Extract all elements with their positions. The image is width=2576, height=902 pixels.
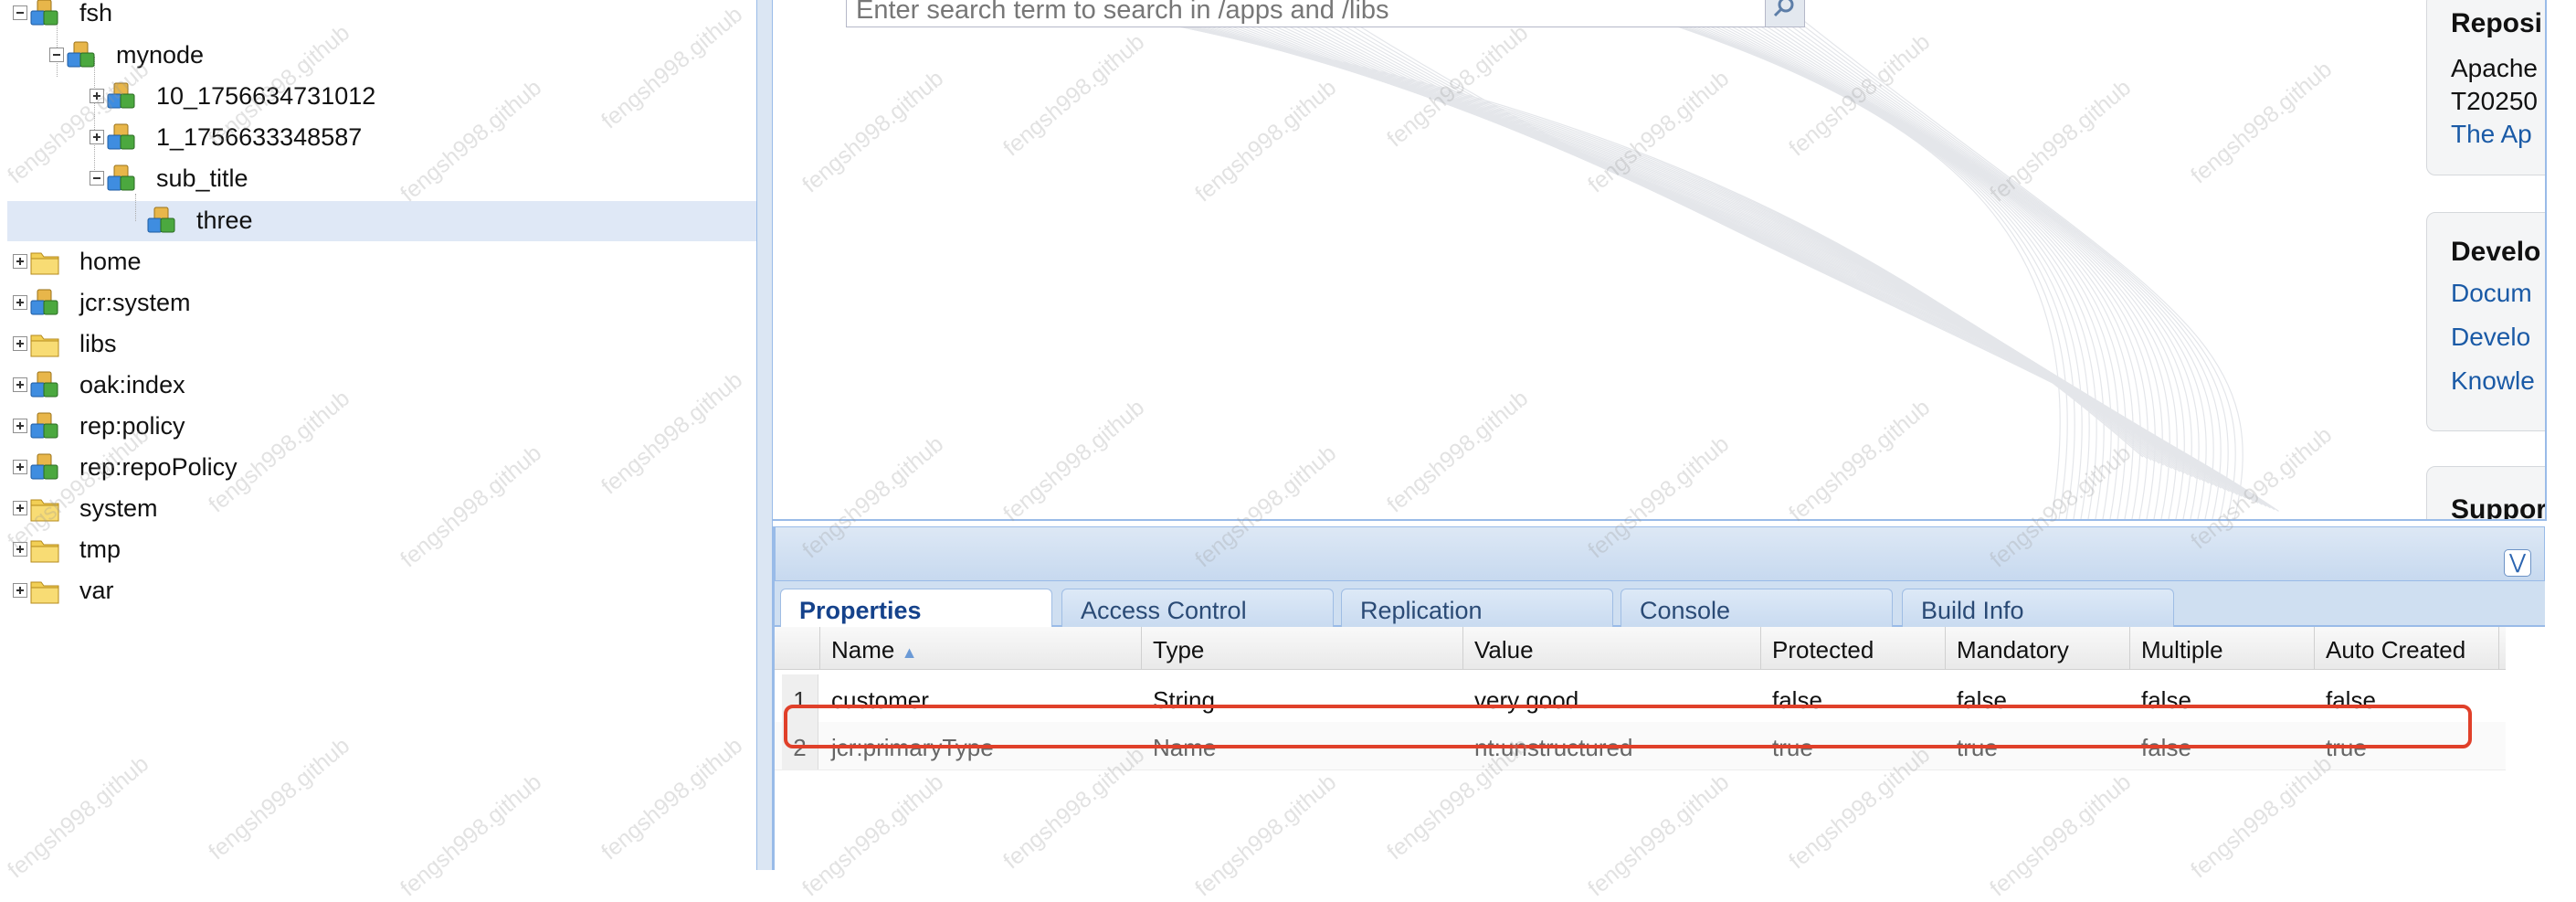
- knowledge-base-link[interactable]: Knowle: [2451, 359, 2545, 403]
- collapse-icon[interactable]: [13, 5, 27, 20]
- row-highlight-annotation: [784, 705, 2472, 748]
- panel-splitter[interactable]: [756, 0, 773, 870]
- column-header-mandatory[interactable]: Mandatory: [1946, 627, 2130, 669]
- developer-resources-link[interactable]: Develo: [2451, 315, 2545, 359]
- tree-node-label[interactable]: mynode: [116, 35, 204, 76]
- search-box[interactable]: Enter search term to search in /apps and…: [846, 0, 1805, 27]
- tree-node-label[interactable]: fsh: [79, 0, 112, 34]
- tree-selection-highlight: [7, 201, 756, 241]
- background-swoosh-graphic: [1046, 0, 2279, 519]
- expand-icon[interactable]: [13, 295, 27, 310]
- expand-icon[interactable]: [13, 377, 27, 392]
- expand-icon[interactable]: [13, 254, 27, 269]
- node-icon: [66, 40, 97, 71]
- column-header-multiple[interactable]: Multiple: [2130, 627, 2315, 669]
- tree-node-label[interactable]: rep:policy: [79, 406, 185, 447]
- tree-node-label[interactable]: oak:index: [79, 365, 185, 406]
- column-header-type[interactable]: Type: [1142, 627, 1463, 669]
- support-card-title: Suppor: [2451, 494, 2547, 521]
- tree-node-label[interactable]: system: [79, 488, 158, 529]
- node-icon: [106, 164, 137, 195]
- expand-icon[interactable]: [13, 583, 27, 598]
- repository-version: T20250: [2451, 87, 2538, 115]
- tree-node-label[interactable]: libs: [79, 324, 117, 365]
- documentation-link[interactable]: Docum: [2451, 271, 2545, 315]
- expand-icon[interactable]: [13, 501, 27, 515]
- search-input[interactable]: Enter search term to search in /apps and…: [856, 0, 1389, 26]
- collapse-icon[interactable]: [90, 171, 104, 186]
- collapse-button[interactable]: ⋁: [2504, 549, 2531, 577]
- column-header-value[interactable]: Value: [1463, 627, 1761, 669]
- tab-properties[interactable]: Properties: [780, 589, 1052, 631]
- expand-icon[interactable]: [13, 542, 27, 557]
- node-icon: [106, 81, 137, 112]
- column-header-name[interactable]: Name ▲: [820, 627, 1142, 669]
- node-icon: [146, 206, 177, 237]
- chevron-double-down-icon: ⋁: [2508, 550, 2527, 573]
- folder-icon: [29, 329, 60, 360]
- search-button[interactable]: [1765, 0, 1804, 27]
- tree-node-label[interactable]: 1_1756633348587: [156, 117, 362, 158]
- expand-icon[interactable]: [90, 89, 104, 103]
- node-icon: [29, 452, 60, 483]
- folder-icon: [29, 493, 60, 525]
- tree-node-label[interactable]: three: [196, 200, 253, 241]
- expand-icon[interactable]: [13, 336, 27, 351]
- developer-card-title: Develo: [2451, 237, 2541, 267]
- tree-node-label[interactable]: jcr:system: [79, 282, 191, 324]
- tab-build-info[interactable]: Build Info: [1902, 589, 2174, 629]
- properties-panel-header: ⋁: [775, 526, 2545, 581]
- repository-link[interactable]: The Ap: [2451, 118, 2545, 151]
- tree-node-label[interactable]: rep:repoPolicy: [79, 447, 238, 488]
- node-icon: [29, 370, 60, 401]
- grid-header: Name ▲ Type Value Protected Mandatory Mu…: [775, 627, 2506, 670]
- sort-ascending-icon: ▲: [901, 643, 918, 662]
- tree-guide-line: [94, 57, 95, 185]
- tree-node-label[interactable]: home: [79, 241, 142, 282]
- tab-access-control[interactable]: Access Control: [1061, 589, 1334, 629]
- node-icon: [29, 0, 60, 29]
- repository-tree: fsh mynode 10_1756634731012 1_1756633348587…: [0, 0, 756, 870]
- node-icon: [29, 411, 60, 442]
- tab-strip: Properties Access Control Replication Co…: [775, 581, 2545, 631]
- tree-guide-line: [135, 194, 136, 221]
- developer-card: Develo Docum Develo Knowle: [2426, 212, 2545, 431]
- tree-node-label[interactable]: tmp: [79, 529, 121, 570]
- column-header-protected[interactable]: Protected: [1761, 627, 1946, 669]
- folder-icon: [29, 247, 60, 278]
- tree-node-label[interactable]: var: [79, 570, 114, 611]
- expand-icon[interactable]: [13, 460, 27, 474]
- support-card: Suppor: [2426, 466, 2547, 521]
- column-header-auto-created[interactable]: Auto Created: [2315, 627, 2499, 669]
- node-icon: [106, 122, 137, 154]
- expand-icon[interactable]: [13, 419, 27, 433]
- search-icon: [1773, 0, 1794, 17]
- node-icon: [29, 288, 60, 319]
- tab-console[interactable]: Console: [1621, 589, 1893, 629]
- collapse-icon[interactable]: [49, 48, 64, 62]
- welcome-content: Enter search term to search in /apps and…: [773, 0, 2547, 521]
- repository-card: Reposi Apache T20250 The Ap: [2426, 0, 2545, 175]
- tab-replication[interactable]: Replication: [1341, 589, 1613, 629]
- tree-node-label[interactable]: 10_1756634731012: [156, 76, 375, 117]
- folder-icon: [29, 535, 60, 566]
- repository-name: Apache: [2451, 54, 2538, 82]
- expand-icon[interactable]: [90, 130, 104, 144]
- folder-icon: [29, 576, 60, 607]
- repository-card-title: Reposi: [2451, 8, 2543, 38]
- tree-node-label[interactable]: sub_title: [156, 158, 248, 199]
- row-number-header: [775, 627, 820, 669]
- properties-panel: ⋁ Properties Access Control Replication …: [773, 526, 2545, 870]
